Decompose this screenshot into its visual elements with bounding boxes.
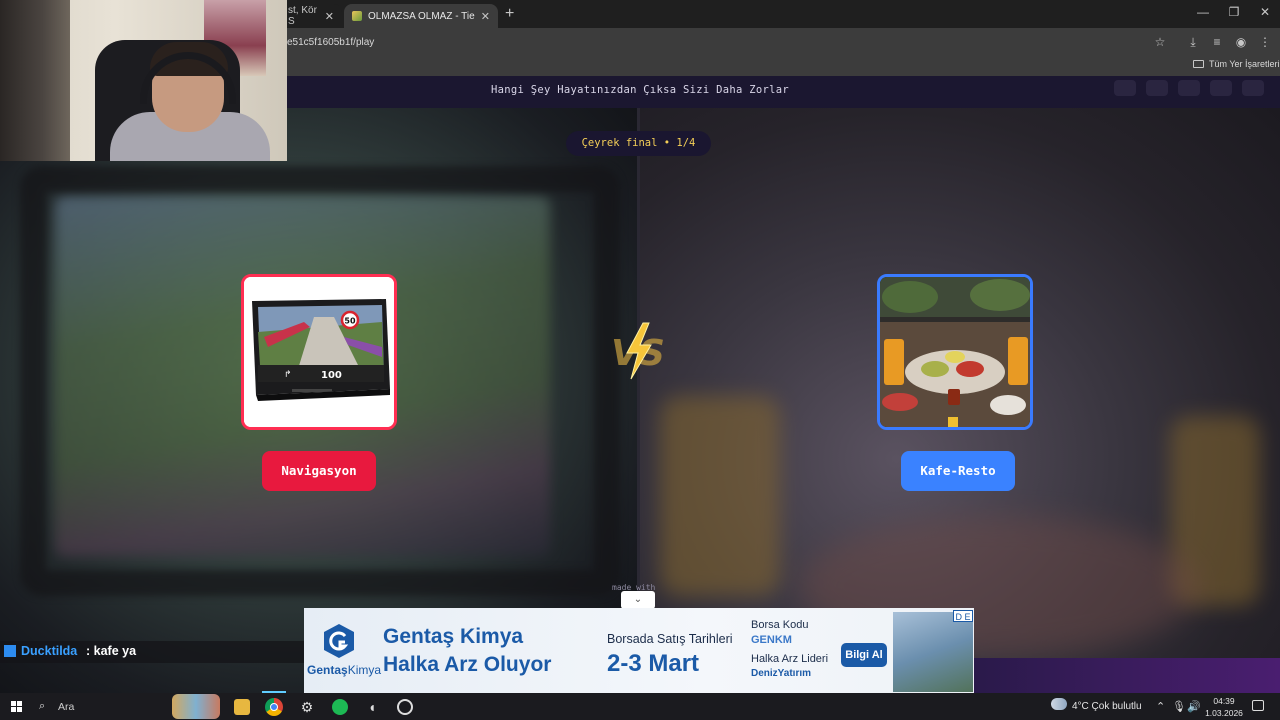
svg-text:100: 100	[321, 370, 342, 381]
ad-bank-name: DenizYatırım	[751, 668, 812, 679]
search-highlight-image[interactable]	[172, 694, 220, 719]
gps-device-image: 50 100 ↱	[244, 277, 394, 427]
svg-text:↱: ↱	[284, 370, 292, 380]
game-page: Hangi Şey Hayatınızdan Çıksa Sizi Daha Z…	[0, 76, 1280, 693]
tab-close-icon[interactable]: ✕	[481, 10, 490, 23]
media-control-icon[interactable]: ≡	[1209, 34, 1225, 50]
cloud-weather-icon[interactable]	[1051, 698, 1067, 710]
ad-info-button[interactable]: Bilgi Al	[841, 643, 887, 667]
bookmark-star-icon[interactable]: ☆	[1152, 34, 1168, 50]
round-indicator: Çeyrek final • 1/4	[566, 131, 711, 156]
browser-tab-active[interactable]: OLMAZSA OLMAZ - Tier List, K ✕	[344, 4, 498, 28]
browser-tab[interactable]: st, Kör S ✕	[280, 4, 342, 28]
ad-building-image	[893, 612, 973, 692]
menu-kebab-icon[interactable]: ⋮	[1257, 34, 1273, 50]
ad-choices-icon[interactable]: D E	[953, 610, 973, 622]
clock-time: 04:39	[1213, 696, 1235, 706]
ad-subheadline: Borsada Satış Tarihleri	[607, 632, 733, 646]
minimize-button[interactable]: —	[1188, 5, 1218, 19]
settings-gear-icon[interactable]: ⚙	[299, 699, 315, 715]
tab-title: OLMAZSA OLMAZ - Tier List, K	[368, 10, 475, 22]
right-background-blur	[660, 396, 780, 596]
ad-lead-label: Halka Arz Lideri	[751, 653, 829, 665]
spotify-icon[interactable]	[332, 699, 348, 715]
all-bookmarks-button[interactable]: Tüm Yer İşaretleri	[1193, 59, 1280, 69]
ad-headline: Gentaş Kimya	[383, 625, 524, 648]
system-clock[interactable]: 04:39 1.03.2026	[1204, 695, 1244, 719]
tab-title: st, Kör S	[288, 5, 317, 27]
app-icon[interactable]: ◖	[364, 699, 380, 715]
volume-icon[interactable]: 🔊	[1187, 700, 1201, 713]
ad-dates: 2-3 Mart	[607, 650, 700, 677]
weather-label[interactable]: 4°C Çok bulutlu	[1072, 701, 1142, 712]
left-choice-button[interactable]: Navigasyon	[262, 451, 376, 491]
ad-code: GENKM	[751, 634, 792, 646]
left-choice-card[interactable]: 50 100 ↱	[241, 274, 397, 430]
url-field[interactable]: e51c5f1605b1f/play	[287, 37, 374, 48]
taskbar-search-input[interactable]: Ara	[58, 701, 74, 713]
stream-frame-decoration	[974, 658, 1280, 693]
tab-favicon-icon	[352, 11, 362, 21]
right-choice-card[interactable]	[877, 274, 1033, 430]
vs-lightning-icon: VS	[611, 322, 665, 380]
restore-button[interactable]: ❐	[1219, 5, 1249, 19]
gentas-logo-icon	[324, 624, 354, 658]
svg-text:50: 50	[344, 317, 356, 326]
tray-chevron-icon[interactable]: ⌃	[1156, 700, 1165, 713]
profile-icon[interactable]: ◉	[1233, 34, 1249, 50]
cafe-breakfast-image	[880, 277, 1030, 427]
all-bookmarks-label: Tüm Yer İşaretleri	[1209, 59, 1280, 69]
header-icon-button[interactable]	[1114, 80, 1136, 96]
tab-close-icon[interactable]: ✕	[325, 10, 334, 23]
chat-username: Ducktilda	[21, 644, 78, 658]
ad-headline: Halka Arz Oluyor	[383, 653, 552, 676]
header-icon-button[interactable]	[1178, 80, 1200, 96]
chrome-icon-center	[270, 703, 278, 711]
app-icon[interactable]	[397, 699, 413, 715]
file-explorer-icon[interactable]	[234, 699, 250, 715]
webcam-shelf	[0, 0, 70, 161]
header-icon-button[interactable]	[1146, 80, 1168, 96]
webcam-overlay	[0, 0, 287, 161]
ad-code-label: Borsa Kodu	[751, 619, 809, 631]
close-window-button[interactable]: ✕	[1250, 5, 1280, 19]
ad-brand-small: GentaşKimya	[307, 663, 382, 677]
microphone-icon[interactable]: 🎙	[1172, 700, 1186, 713]
folder-icon	[1193, 60, 1204, 68]
clock-date: 1.03.2026	[1205, 708, 1243, 718]
search-icon[interactable]: ⌕	[39, 700, 45, 713]
chat-badge-icon	[4, 645, 16, 657]
header-icon-button[interactable]	[1210, 80, 1232, 96]
new-tab-button[interactable]: +	[505, 5, 514, 23]
header-icon-button[interactable]	[1242, 80, 1264, 96]
right-choice-button[interactable]: Kafe-Resto	[901, 451, 1015, 491]
active-app-indicator	[262, 691, 286, 693]
download-icon[interactable]: ⤓	[1185, 34, 1201, 50]
notification-icon[interactable]	[1252, 700, 1264, 711]
windows-start-icon[interactable]	[11, 701, 22, 712]
ad-collapse-chevron-icon[interactable]: ⌄	[621, 591, 655, 609]
chat-message: : kafe ya	[86, 644, 137, 658]
